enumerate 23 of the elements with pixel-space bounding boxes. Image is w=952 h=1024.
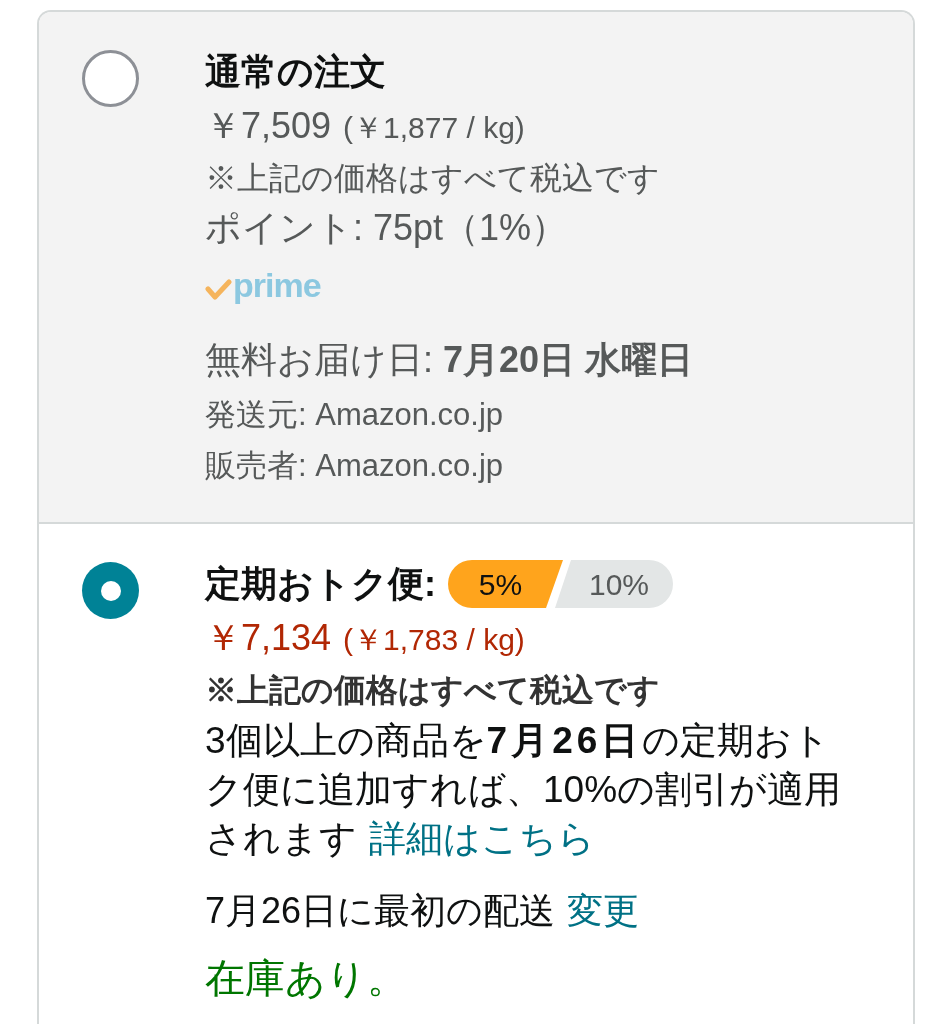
- first-delivery-text: 7月26日に最初の配送 変更: [205, 889, 640, 933]
- discount-tier-badge: 5%: [448, 560, 563, 608]
- prime-logo: prime: [233, 265, 321, 305]
- promo-text: 3個以上の商品を7月26日の定期おトク便に追加すれば、10%の割引が適用されます 詳細はこちら: [205, 719, 843, 861]
- stock-status-text: 在庫あり。: [205, 955, 407, 1002]
- details-link[interactable]: 詳細はこちら: [369, 818, 595, 859]
- option-title: 定期おトク便:: [205, 562, 436, 606]
- discount-tier-badge: 10%: [555, 560, 673, 608]
- option-title: 通常の注文: [205, 50, 386, 94]
- delivery-date-text: 無料お届け日: 7月20日 水曜日: [205, 338, 694, 382]
- check-icon: [205, 278, 232, 300]
- sold-by-text: 販売者: Amazon.co.jp: [205, 447, 504, 485]
- unit-price-text: (￥1,877 / kg): [343, 110, 525, 146]
- ships-from-text: 発送元: Amazon.co.jp: [205, 396, 504, 434]
- radio-button[interactable]: [82, 562, 139, 619]
- tax-note: ※上記の価格はすべて税込です: [205, 671, 660, 710]
- tax-note: ※上記の価格はすべて税込です: [205, 159, 660, 198]
- unit-price-text: (￥1,783 / kg): [343, 622, 525, 658]
- points-text: ポイント: 75pt（1%）: [205, 206, 568, 250]
- price-text: ￥7,509: [205, 104, 332, 148]
- change-link[interactable]: 変更: [567, 890, 640, 931]
- radio-button[interactable]: [82, 50, 139, 107]
- price-text: ￥7,134: [205, 616, 332, 660]
